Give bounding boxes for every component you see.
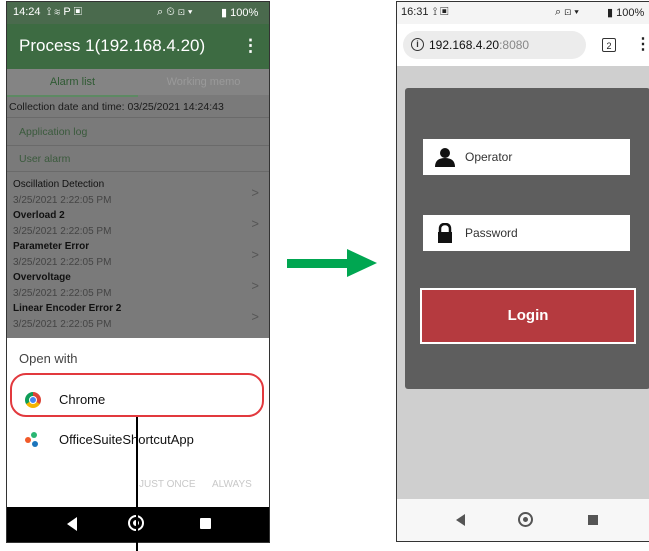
chevron-right-icon: >: [251, 216, 259, 231]
app-bar: Process 1(192.168.4.20) ⋮: [7, 24, 269, 69]
lock-icon: [438, 223, 452, 243]
option-label: OfficeSuiteShortcutApp: [59, 432, 194, 447]
tab-alarm-list[interactable]: Alarm list: [7, 76, 138, 88]
tab-bar: Alarm list Working memo: [7, 69, 269, 95]
status-bar: 16:31 ⟟ ▣ ⌕ ⊡ ▾ ▮ 100%: [397, 2, 649, 24]
browser-toolbar: i 192.168.4.20:8080 2 ⋮: [397, 24, 649, 66]
status-notification-icons: ⟟ ≋ P ▣: [47, 6, 82, 18]
recent-apps-icon[interactable]: [200, 518, 211, 529]
chevron-right-icon: >: [251, 185, 259, 200]
status-system-icons: ⌕ ⏲ ⊡ ▾: [157, 6, 193, 18]
status-system-icons: ⌕ ⊡ ▾: [555, 6, 579, 18]
system-nav-bar: [397, 499, 649, 541]
chevron-right-icon: >: [251, 309, 259, 324]
url-host: 192.168.4.20: [429, 38, 500, 52]
callout-line: [136, 417, 138, 551]
option-officesuite[interactable]: OfficeSuiteShortcutApp: [7, 420, 269, 460]
back-icon[interactable]: [67, 517, 77, 531]
alarm-name: Oscillation Detection: [13, 179, 105, 190]
android-phone-open-with: 14:24 ⟟ ≋ P ▣ ⌕ ⏲ ⊡ ▾ ▮ 100% Process 1(1…: [6, 1, 270, 543]
alarm-time: 3/25/2021 2:22:05 PM: [13, 288, 112, 299]
alarm-time: 3/25/2021 2:22:05 PM: [13, 195, 112, 206]
password-field[interactable]: Password: [423, 215, 630, 251]
alarm-list-item[interactable]: Overvoltage 3/25/2021 2:22:05 PM >: [7, 270, 269, 301]
app-title: Process 1(192.168.4.20): [19, 36, 206, 55]
just-once-button[interactable]: JUST ONCE: [139, 479, 196, 490]
alarm-name: Linear Encoder Error 2: [13, 303, 122, 314]
officesuite-icon: [25, 432, 41, 448]
arrow-head: [347, 249, 377, 277]
alarm-time: 3/25/2021 2:22:05 PM: [13, 226, 112, 237]
operator-placeholder: Operator: [465, 150, 513, 164]
alarm-list-item[interactable]: Linear Encoder Error 2 3/25/2021 2:22:05…: [7, 301, 269, 332]
battery-indicator: ▮ 100%: [221, 7, 259, 19]
arrow-right-icon: [287, 259, 349, 268]
address-bar[interactable]: i 192.168.4.20:8080: [403, 31, 586, 59]
sheet-title: Open with: [19, 351, 78, 366]
divider: [7, 117, 269, 118]
status-bar: 14:24 ⟟ ≋ P ▣ ⌕ ⏲ ⊡ ▾ ▮ 100%: [7, 2, 269, 24]
url-text: 192.168.4.20:8080: [429, 38, 529, 52]
info-icon[interactable]: i: [411, 38, 424, 51]
chevron-right-icon: >: [251, 278, 259, 293]
alarm-name: Overload 2: [13, 210, 65, 221]
divider: [7, 171, 269, 172]
divider: [7, 145, 269, 146]
system-nav-bar: [7, 507, 269, 542]
alarm-time: 3/25/2021 2:22:05 PM: [13, 257, 112, 268]
alarm-list-item[interactable]: Overload 2 3/25/2021 2:22:05 PM >: [7, 208, 269, 239]
status-notification-icons: ⟟ ▣: [433, 6, 449, 18]
alarm-list-item[interactable]: Parameter Error 3/25/2021 2:22:05 PM >: [7, 239, 269, 270]
home-icon[interactable]: [518, 512, 533, 527]
overflow-menu-icon[interactable]: ⋮: [242, 36, 259, 56]
collection-datetime-text: Collection date and time: 03/25/2021 14:…: [9, 101, 224, 113]
always-button[interactable]: ALWAYS: [212, 479, 252, 490]
open-with-sheet: Open with Chrome OfficeSuiteShortcutApp …: [7, 338, 269, 507]
tab-switcher-button[interactable]: 2: [602, 38, 616, 52]
alarm-name: Overvoltage: [13, 272, 71, 283]
chrome-highlight-ring: [10, 373, 264, 417]
password-placeholder: Password: [465, 226, 518, 240]
url-port: :8080: [499, 38, 530, 52]
browser-menu-icon[interactable]: ⋮: [635, 34, 649, 54]
status-time: 16:31: [401, 6, 429, 18]
user-icon: [435, 148, 455, 167]
alarm-list-item[interactable]: Oscillation Detection 3/25/2021 2:22:05 …: [7, 177, 269, 208]
battery-indicator: ▮ 100%: [607, 7, 645, 19]
alarm-name: Parameter Error: [13, 241, 90, 252]
back-icon[interactable]: [456, 514, 465, 526]
collection-datetime: Collection date and time: 03/25/2021 14:…: [7, 98, 269, 116]
android-phone-login-page: 16:31 ⟟ ▣ ⌕ ⊡ ▾ ▮ 100% i 192.168.4.20:80…: [396, 1, 649, 542]
login-button[interactable]: Login: [420, 288, 636, 344]
chevron-right-icon: >: [251, 247, 259, 262]
status-time: 14:24: [13, 6, 41, 18]
application-log-link[interactable]: Application log: [19, 126, 87, 138]
user-alarm-link[interactable]: User alarm: [19, 153, 70, 165]
alarm-time: 3/25/2021 2:22:05 PM: [13, 319, 112, 330]
operator-field[interactable]: Operator: [423, 139, 630, 175]
active-tab-indicator: [7, 95, 138, 97]
tab-working-memo[interactable]: Working memo: [138, 76, 269, 88]
recent-apps-icon[interactable]: [588, 515, 598, 525]
